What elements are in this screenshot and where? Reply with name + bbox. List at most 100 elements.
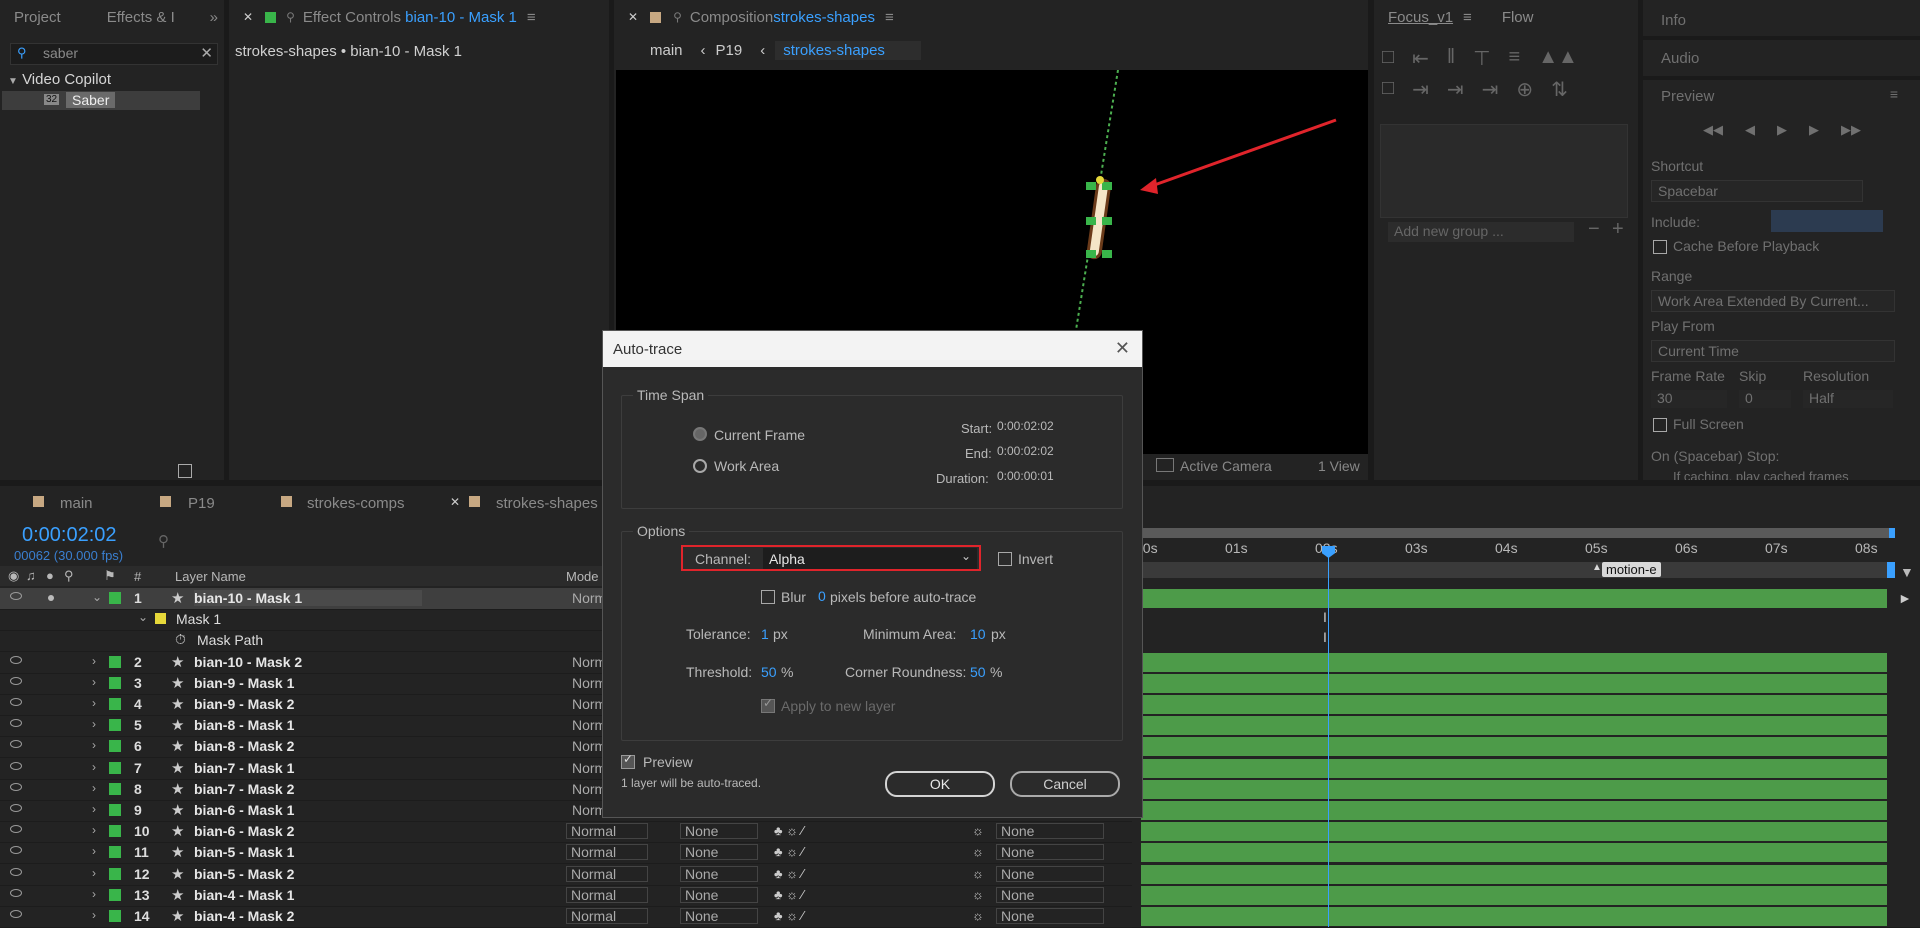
chevron-right-icon[interactable]: › [92, 887, 96, 901]
solo-dot-icon[interactable] [48, 722, 54, 728]
preview-section-label[interactable]: Preview [1661, 88, 1714, 105]
align-left-icon[interactable]: ⇤ [1412, 46, 1429, 71]
trkmat-dropdown[interactable]: None [680, 886, 758, 903]
eye-icon[interactable] [10, 804, 22, 812]
camera-dropdown[interactable]: Active Camera [1180, 458, 1272, 474]
eye-icon[interactable] [10, 655, 22, 664]
label-color-swatch[interactable] [109, 698, 121, 710]
layer-duration-bar[interactable] [1141, 716, 1887, 736]
parent-dropdown[interactable]: None [996, 823, 1104, 840]
playhead-line[interactable] [1328, 556, 1329, 927]
lock-icon[interactable]: ⚲ [673, 10, 682, 24]
invert-checkbox[interactable] [998, 552, 1012, 566]
trkmat-dropdown[interactable]: None [680, 823, 758, 840]
crumb-strokes-shapes[interactable]: strokes-shapes [775, 41, 921, 60]
eye-icon[interactable] [10, 592, 22, 600]
solo-dot-icon[interactable] [48, 701, 54, 707]
minus-icon[interactable]: − [1588, 218, 1600, 241]
views-dropdown[interactable]: 1 View [1318, 458, 1360, 474]
cache-checkbox[interactable] [1653, 240, 1667, 254]
last-frame-icon[interactable]: ▶▶ [1841, 122, 1861, 138]
layer-name[interactable]: bian-4 - Mask 2 [194, 908, 294, 924]
layer-name[interactable]: bian-7 - Mask 2 [194, 781, 294, 797]
eye-icon[interactable] [10, 888, 22, 897]
solo-dot-icon[interactable] [48, 913, 54, 919]
first-frame-icon[interactable]: ◀◀ [1703, 122, 1723, 138]
solo-dot-icon[interactable] [48, 680, 54, 686]
mode-dropdown[interactable]: Normal [566, 865, 648, 882]
solo-dot-icon[interactable] [48, 786, 54, 792]
chevron-right-icon[interactable]: › [92, 696, 96, 710]
mode-dropdown[interactable]: Normal [566, 823, 648, 840]
folder-video-copilot[interactable]: ▼ Video Copilot [8, 71, 111, 88]
label-color-swatch[interactable] [109, 867, 121, 880]
next-frame-icon[interactable]: ▶ [1809, 122, 1819, 138]
layer-name[interactable]: bian-8 - Mask 1 [194, 717, 294, 733]
resolution-select[interactable]: Half [1803, 390, 1893, 408]
tab-strokes-comps[interactable]: strokes-comps [307, 495, 405, 512]
layer-duration-bar[interactable] [1141, 652, 1887, 672]
time-ruler[interactable]: 00s01s02s03s04s05s06s07s08s motion-e ▲ [1135, 528, 1895, 588]
corner-value[interactable]: 50 [970, 664, 986, 680]
col-layer-name[interactable]: Layer Name [175, 569, 246, 584]
ok-button[interactable]: OK [885, 771, 995, 797]
channel-select[interactable]: Alpha ⌄ [763, 548, 977, 569]
trkmat-dropdown[interactable]: None [680, 844, 758, 861]
layer-duration-bar[interactable] [1141, 843, 1887, 863]
timecode[interactable]: 0:00:02:02 [22, 524, 117, 547]
tab-composition[interactable]: Compositionstrokes-shapes [682, 9, 885, 26]
layer-row[interactable]: › 12 ★ bian-5 - Mask 2 Normal None ♣ ☼ ∕ ☼ None [0, 864, 1887, 886]
col-mode[interactable]: Mode [566, 569, 599, 584]
layer-row[interactable]: › 14 ★ bian-4 - Mask 2 Normal None ♣ ☼ ∕ ☼ None [0, 906, 1887, 928]
layer-row[interactable]: › 13 ★ bian-4 - Mask 1 Normal None ♣ ☼ ∕ ☼ None [0, 885, 1887, 907]
layer-row[interactable]: › 11 ★ bian-5 - Mask 1 Normal None ♣ ☼ ∕ ☼ None [0, 842, 1887, 865]
label-color-swatch[interactable] [109, 719, 121, 732]
mask-color-swatch[interactable] [155, 613, 166, 625]
skip-select[interactable]: 0 [1739, 390, 1791, 408]
solo-dot-icon[interactable] [48, 595, 54, 601]
label-tag-icon[interactable]: ⚑ [104, 568, 116, 584]
layer-duration-bar[interactable] [1141, 589, 1887, 608]
switches-icons[interactable]: ♣ ☼ ∕ [774, 823, 804, 838]
mode-dropdown[interactable]: Normal [566, 844, 648, 861]
parent-pickwhip-icon[interactable]: ☼ [972, 844, 984, 859]
threshold-value[interactable]: 50 [761, 664, 777, 680]
layer-name[interactable]: bian-6 - Mask 2 [194, 823, 294, 839]
distribute-add-icon[interactable]: ⊕ [1516, 77, 1533, 102]
layer-name[interactable]: bian-10 - Mask 2 [194, 654, 302, 670]
blur-value[interactable]: 0 [818, 588, 826, 604]
solo-dot-icon[interactable] [48, 849, 54, 855]
chevron-right-icon[interactable]: › [92, 717, 96, 731]
tab-effect-controls[interactable]: Effect Controls bian-10 - Mask 1 [295, 9, 527, 26]
solo-dot-icon[interactable] [48, 743, 54, 749]
hamburger-menu-icon[interactable]: ≡ [1890, 86, 1898, 102]
parent-dropdown[interactable]: None [996, 865, 1104, 882]
label-color-swatch[interactable] [109, 846, 121, 859]
chevron-right-icon[interactable]: › [92, 866, 96, 880]
chevron-right-icon[interactable]: › [92, 802, 96, 816]
label-color-swatch[interactable] [109, 592, 121, 604]
hamburger-menu-icon[interactable]: ≡ [885, 9, 894, 26]
hamburger-menu-icon[interactable]: ≡ [1463, 9, 1472, 26]
tab-project[interactable]: Project [4, 9, 71, 26]
blur-checkbox[interactable] [761, 590, 775, 604]
chevron-right-icon[interactable]: › [92, 654, 96, 668]
eye-icon[interactable] [10, 761, 22, 770]
search-field[interactable]: ⚲ saber ✕ [10, 43, 218, 65]
eye-icon[interactable] [10, 867, 22, 876]
switches-icons[interactable]: ♣ ☼ ∕ [774, 866, 804, 881]
distribute-left-icon[interactable]: ⇥ [1412, 77, 1429, 102]
chevron-right-icon[interactable]: › [92, 844, 96, 858]
layer-duration-bar[interactable] [1141, 737, 1887, 757]
layer-name[interactable]: bian-5 - Mask 1 [194, 844, 294, 860]
distribute-vertical-icon[interactable]: ⇅ [1551, 77, 1568, 102]
audio-section-label[interactable]: Audio [1661, 50, 1699, 67]
crumb-p19[interactable]: P19 [716, 42, 743, 59]
layer-name[interactable]: bian-6 - Mask 1 [194, 802, 294, 818]
tolerance-value[interactable]: 1 [761, 626, 769, 642]
search-input[interactable]: saber [43, 45, 78, 61]
frame-rate-select[interactable]: 30 [1651, 390, 1727, 408]
close-icon[interactable]: ✕ [243, 10, 253, 24]
layer-row[interactable]: › 10 ★ bian-6 - Mask 2 Normal None ♣ ☼ ∕ ☼ None [0, 821, 1887, 844]
clear-search-icon[interactable]: ✕ [200, 44, 213, 62]
